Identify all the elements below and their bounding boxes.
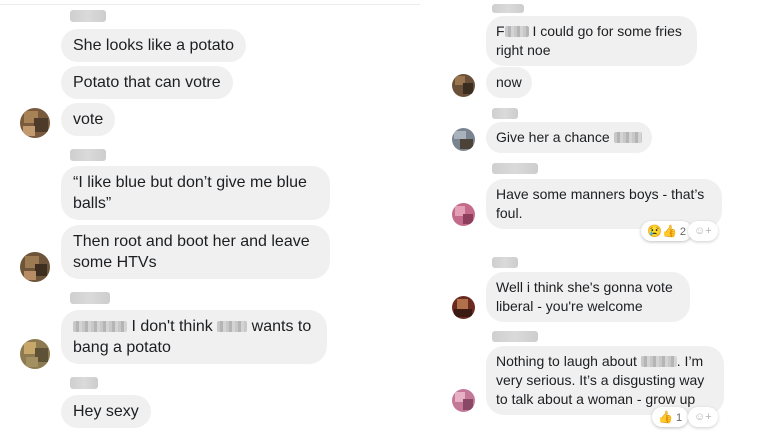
- divider: [0, 4, 420, 5]
- message-bubble[interactable]: Well i think she's gonna vote liberal - …: [486, 272, 690, 322]
- avatar[interactable]: [452, 296, 475, 319]
- message-text: vote: [73, 111, 104, 128]
- message-bubble[interactable]: Hey sexy: [61, 395, 151, 428]
- message-text: Well i think she's gonna vote liberal - …: [496, 279, 673, 314]
- message-bubble[interactable]: I don't think wants to bang a potato: [61, 310, 327, 364]
- reaction-count: 2: [679, 226, 687, 238]
- avatar[interactable]: [20, 252, 50, 282]
- reaction-count: 1: [675, 412, 683, 424]
- redacted-sender-name: [492, 163, 538, 174]
- message-bubble[interactable]: Potato that can votre: [61, 66, 233, 99]
- message-text: Then root and boot her and leave some HT…: [73, 233, 310, 271]
- redacted-sender-name: [492, 331, 538, 342]
- avatar[interactable]: [452, 128, 475, 151]
- avatar[interactable]: [20, 108, 50, 138]
- redacted-sender-name: [70, 10, 106, 22]
- redacted-name: [613, 132, 642, 143]
- message-text: Have some manners boys - that’s foul.: [496, 186, 705, 221]
- message-bubble[interactable]: Then root and boot her and leave some HT…: [61, 225, 330, 279]
- message-text: Give her a chance: [496, 129, 614, 145]
- conversation-left: She looks like a potato Potato that can …: [0, 0, 420, 432]
- message-text: I don't think: [127, 318, 218, 335]
- redacted-name: [73, 321, 127, 332]
- message-bubble[interactable]: “I like blue but don’t give me blue ball…: [61, 166, 330, 220]
- message-text: She looks like a potato: [73, 37, 234, 54]
- message-bubble[interactable]: F I could go for some fries right noe: [486, 16, 697, 66]
- message-text: Hey sexy: [73, 403, 139, 420]
- avatar[interactable]: [452, 74, 475, 97]
- message-bubble[interactable]: vote: [61, 103, 116, 136]
- message-text: now: [496, 74, 522, 90]
- redacted-name: [640, 356, 677, 367]
- avatar[interactable]: [452, 203, 475, 226]
- add-reaction-button[interactable]: ☺+: [688, 407, 718, 427]
- redacted-sender-name: [70, 149, 106, 161]
- conversation-right: F I could go for some fries right noe no…: [440, 0, 768, 432]
- message-bubble[interactable]: now: [486, 67, 532, 98]
- add-reaction-button[interactable]: ☺+: [688, 221, 718, 241]
- redacted-name: [217, 321, 248, 332]
- message-bubble[interactable]: Nothing to laugh about . I’m very seriou…: [486, 346, 724, 415]
- message-bubble[interactable]: Give her a chance: [486, 122, 652, 153]
- thumbs-up-icon: 👍: [658, 410, 673, 424]
- redacted-sender-name: [70, 292, 110, 304]
- redacted-sender-name: [492, 257, 518, 268]
- reaction-badge[interactable]: 👍 1: [652, 407, 689, 427]
- redacted-sender-name: [70, 377, 98, 389]
- avatar[interactable]: [20, 339, 50, 369]
- message-text: F: [496, 23, 505, 39]
- message-text: Potato that can votre: [73, 74, 221, 91]
- message-bubble[interactable]: She looks like a potato: [61, 29, 246, 62]
- sad-thumbs-up-icon: 😢👍: [647, 224, 677, 238]
- reaction-badge[interactable]: 😢👍 2: [641, 221, 693, 241]
- redacted-sender-name: [492, 108, 518, 119]
- message-text: Nothing to laugh about: [496, 353, 641, 369]
- avatar[interactable]: [452, 389, 475, 412]
- redacted-word: [504, 26, 529, 37]
- message-text: “I like blue but don’t give me blue ball…: [73, 174, 307, 212]
- redacted-sender-name: [492, 4, 524, 13]
